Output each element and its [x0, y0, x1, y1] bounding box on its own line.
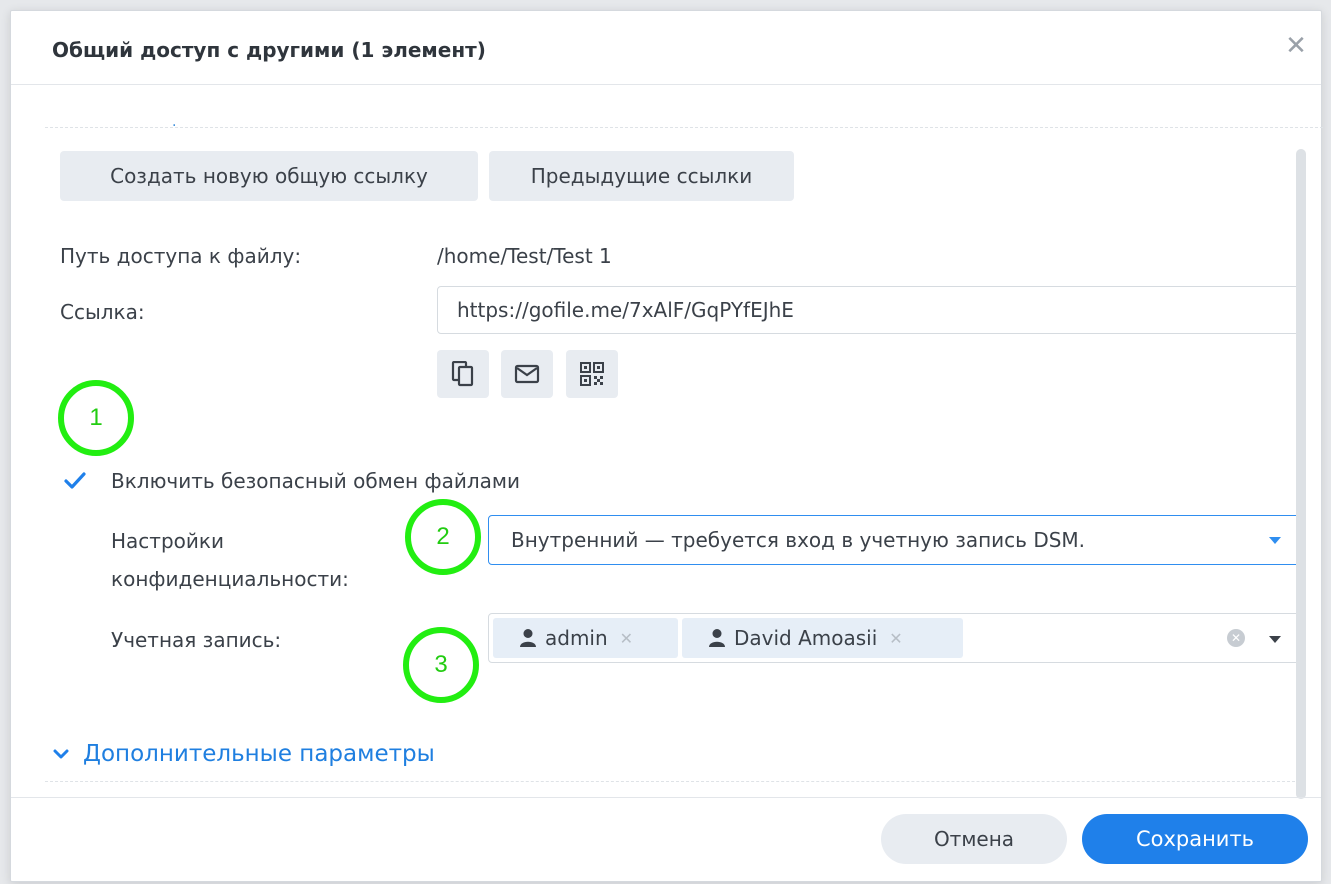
qr-code-icon	[580, 362, 604, 386]
checkmark-icon	[64, 472, 86, 489]
file-path-value: /home/Test/Test 1	[437, 244, 612, 268]
link-label: Ссылка:	[60, 300, 145, 324]
footer-divider	[11, 797, 1321, 798]
file-path-label: Путь доступа к файлу:	[60, 244, 302, 268]
tab-previous-links[interactable]: Предыдущие ссылки	[489, 151, 794, 201]
account-tag: admin ✕	[493, 618, 678, 658]
user-icon	[709, 629, 725, 647]
dialog-titlebar: Общий доступ с другими (1 элемент) ✕	[11, 11, 1321, 85]
email-icon	[514, 364, 540, 384]
chevron-down-icon	[1269, 537, 1281, 544]
privacy-label-line2: конфиденциальности:	[111, 567, 349, 591]
clear-all-icon[interactable]: ✕	[1227, 629, 1245, 647]
annotation-marker-3: 3	[403, 627, 479, 703]
secure-sharing-label: Включить безопасный обмен файлами	[111, 469, 520, 493]
account-tag-label: David Amoasii	[734, 626, 878, 650]
copy-link-button[interactable]	[437, 350, 489, 398]
annotation-marker-2: 2	[405, 499, 481, 575]
link-field[interactable]: https://gofile.me/7xAlF/GqPYfEJhE	[437, 286, 1300, 334]
privacy-label-line1: Настройки	[111, 529, 224, 553]
remove-tag-icon[interactable]: ✕	[889, 629, 902, 648]
chevron-down-icon[interactable]	[1269, 636, 1281, 643]
cancel-button[interactable]: Отмена	[881, 814, 1067, 864]
account-tag: David Amoasii ✕	[682, 618, 963, 658]
chevron-down-icon	[53, 749, 69, 758]
remove-tag-icon[interactable]: ✕	[620, 629, 633, 648]
close-icon[interactable]: ✕	[1283, 33, 1309, 59]
advanced-settings-toggle[interactable]: Дополнительные параметры	[53, 741, 435, 767]
dialog-title: Общий доступ с другими (1 элемент)	[52, 38, 486, 62]
privacy-selected-value: Внутренний — требуется вход в учетную за…	[511, 528, 1086, 552]
save-button[interactable]: Сохранить	[1082, 814, 1308, 864]
privacy-select[interactable]: Внутренний — требуется вход в учетную за…	[488, 515, 1300, 565]
scrollbar-thumb[interactable]	[1296, 149, 1306, 799]
account-tag-label: admin	[545, 626, 608, 650]
tab-create-new-link[interactable]: Создать новую общую ссылку	[60, 151, 478, 201]
share-dialog: Общий доступ с другими (1 элемент) ✕ . С…	[10, 10, 1323, 882]
divider	[45, 127, 1323, 128]
email-link-button[interactable]	[501, 350, 553, 398]
divider	[45, 781, 1295, 782]
qr-code-button[interactable]	[566, 350, 618, 398]
copy-icon	[451, 361, 474, 387]
secure-sharing-checkbox[interactable]	[63, 469, 87, 493]
advanced-settings-label: Дополнительные параметры	[83, 741, 435, 767]
annotation-marker-1: 1	[58, 380, 134, 456]
user-icon	[520, 629, 536, 647]
account-label: Учетная запись:	[111, 628, 282, 652]
account-tag-field[interactable]: admin ✕ David Amoasii ✕ ✕	[488, 613, 1300, 663]
